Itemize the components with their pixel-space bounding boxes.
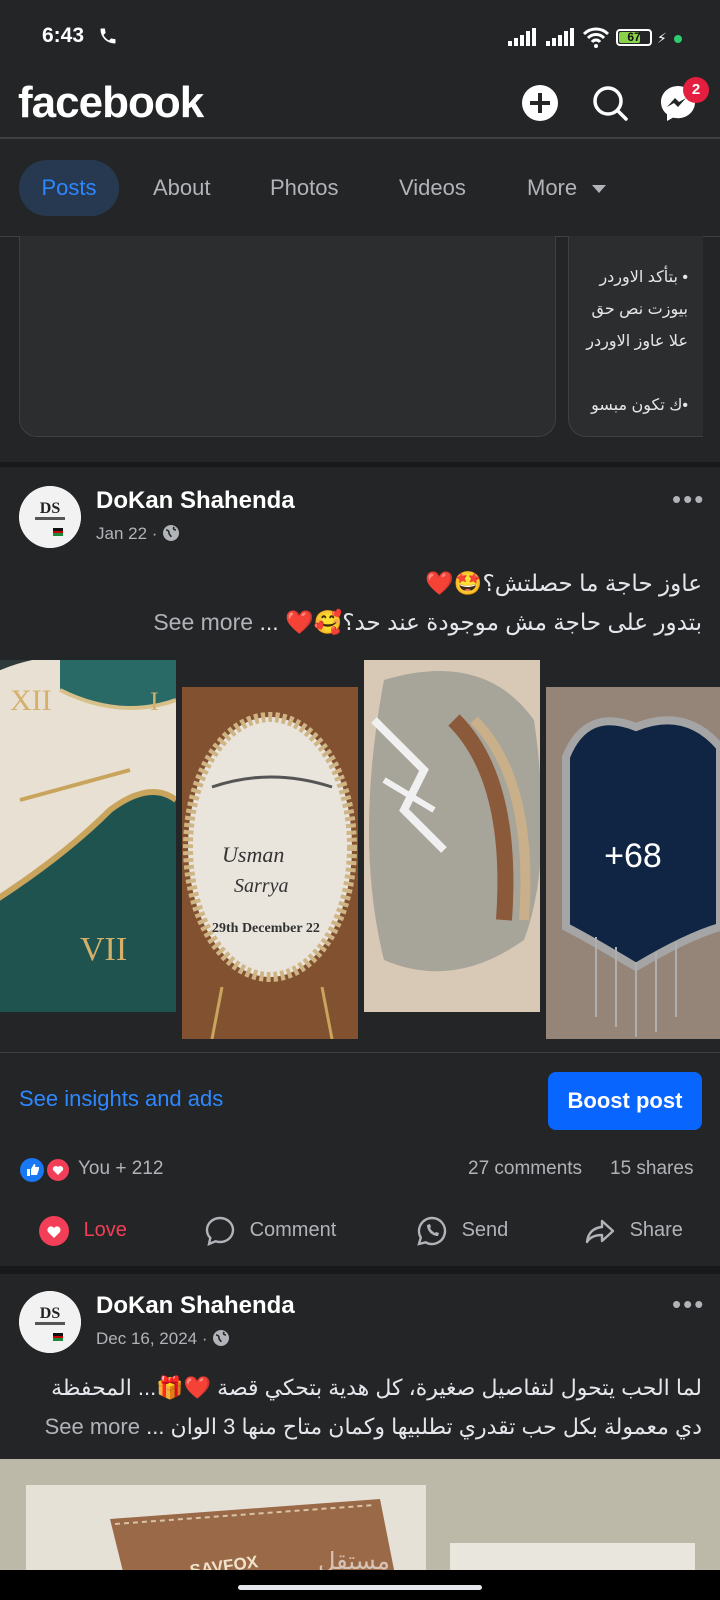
page-logo-icon: DS	[19, 486, 81, 548]
tab-posts[interactable]: Posts	[19, 160, 119, 216]
more-photos-count: +68	[604, 837, 662, 875]
post-date[interactable]: Jan 22	[96, 524, 147, 543]
send-button[interactable]: Send	[416, 1210, 508, 1250]
svg-text:DS: DS	[40, 500, 61, 517]
signal-icon	[508, 28, 536, 46]
tab-videos[interactable]: Videos	[399, 160, 466, 216]
share-arrow-icon	[585, 1219, 615, 1243]
divider	[0, 1052, 720, 1053]
post-photo[interactable]: Usman Sarrya 29th December 22	[182, 687, 358, 1039]
post-author[interactable]: DoKan Shahenda	[96, 487, 295, 515]
svg-text:I: I	[150, 687, 159, 716]
section-separator	[0, 1266, 720, 1274]
post-date[interactable]: Dec 16, 2024	[96, 1329, 197, 1348]
svg-text:XII: XII	[10, 684, 52, 717]
page-logo-icon: DS	[19, 1291, 81, 1353]
messenger-badge: 2	[683, 77, 709, 103]
engagement-plaque-image: Usman Sarrya 29th December 22	[182, 687, 358, 1039]
comment-icon	[205, 1216, 235, 1246]
tab-about[interactable]: About	[153, 160, 211, 216]
caret-down-icon	[592, 185, 607, 194]
comment-count[interactable]: 27 comments	[468, 1158, 582, 1180]
reaction-count[interactable]: You + 212	[78, 1158, 163, 1180]
svg-text:Sarrya: Sarrya	[234, 875, 288, 897]
tab-photos[interactable]: Photos	[270, 160, 339, 216]
signal-icon	[546, 28, 574, 46]
post-text-line: لما الحب يتحول لتفاصيل صغيرة، كل هدية بت…	[51, 1375, 702, 1400]
avatar[interactable]: DS	[19, 1291, 81, 1353]
share-count[interactable]: 15 shares	[610, 1158, 693, 1180]
status-time: 6:43	[42, 24, 85, 47]
ellipsis: ...	[259, 609, 279, 635]
post-text: دي معمولة بكل حب تقدري تطلبيها وكمان متا…	[146, 1414, 702, 1439]
featured-card-text: • بتأكد الاوردر بيوزت نص حق علا عاوز الا…	[586, 269, 688, 414]
see-more-link[interactable]: See more	[153, 609, 253, 635]
post-text-line: دي معمولة بكل حب تقدري تطلبيها وكمان متا…	[12, 1414, 702, 1440]
post-photo[interactable]: +68	[546, 687, 720, 1039]
boost-post-button[interactable]: Boost post	[548, 1072, 702, 1130]
post-meta: Dec 16, 2024 ·	[96, 1329, 230, 1349]
whatsapp-icon	[417, 1216, 447, 1246]
globe-icon	[163, 525, 180, 541]
resin-clock-image: XII VII I	[0, 660, 176, 1012]
create-plus-icon[interactable]	[520, 83, 560, 123]
comment-label: Comment	[249, 1219, 337, 1241]
meta-separator: ·	[151, 524, 163, 543]
tab-more[interactable]: More	[527, 160, 607, 216]
privacy-dot-icon	[674, 35, 682, 43]
heart-icon	[39, 1215, 69, 1246]
globe-icon	[213, 1330, 230, 1346]
share-button[interactable]: Share	[584, 1210, 683, 1250]
wifi-icon	[582, 27, 610, 48]
svg-text:DS: DS	[40, 1305, 61, 1322]
home-indicator[interactable]	[238, 1585, 482, 1590]
charging-icon: ⚡	[657, 30, 667, 46]
avatar[interactable]: DS	[19, 486, 81, 548]
svg-text:VII: VII	[80, 931, 127, 968]
post-photo[interactable]: XII VII I	[0, 660, 176, 1012]
post-text: بتدور على حاجة مش موجودة عند حد؟🥰❤️	[285, 609, 702, 635]
post-text-line: عاوز حاجة ما حصلتش؟🤩❤️	[425, 570, 702, 596]
comment-button[interactable]: Comment	[204, 1210, 336, 1250]
divider	[0, 137, 720, 139]
share-label: Share	[629, 1219, 683, 1241]
love-label: Love	[83, 1219, 127, 1241]
post-options-icon[interactable]: •••	[672, 1289, 705, 1320]
tab-more-label: More	[527, 175, 578, 200]
see-insights-link[interactable]: See insights and ads	[19, 1086, 223, 1112]
post-author[interactable]: DoKan Shahenda	[96, 1292, 295, 1320]
love-button[interactable]: Love	[38, 1210, 127, 1250]
section-separator	[0, 462, 720, 467]
status-bar: 6:43 67 ⚡	[0, 0, 720, 76]
reactions-icon[interactable]	[19, 1156, 73, 1184]
search-icon[interactable]	[590, 83, 630, 123]
resin-tray-image	[364, 660, 540, 1012]
facebook-logo[interactable]: facebook	[18, 78, 204, 128]
svg-text:Usman: Usman	[222, 842, 284, 867]
battery-icon: 67	[616, 29, 652, 46]
battery-level: 67	[627, 30, 641, 44]
featured-card[interactable]	[19, 236, 556, 437]
post-options-icon[interactable]: •••	[672, 484, 705, 515]
post-photo[interactable]	[364, 660, 540, 1012]
send-label: Send	[461, 1219, 509, 1241]
post-meta: Jan 22 ·	[96, 524, 180, 544]
phone-call-icon	[100, 28, 116, 44]
svg-text:29th December 22: 29th December 22	[212, 921, 320, 936]
see-more-link[interactable]: See more	[45, 1414, 140, 1439]
post-text-line: بتدور على حاجة مش موجودة عند حد؟🥰❤️ ... …	[22, 609, 702, 636]
meta-separator: ·	[201, 1329, 213, 1348]
